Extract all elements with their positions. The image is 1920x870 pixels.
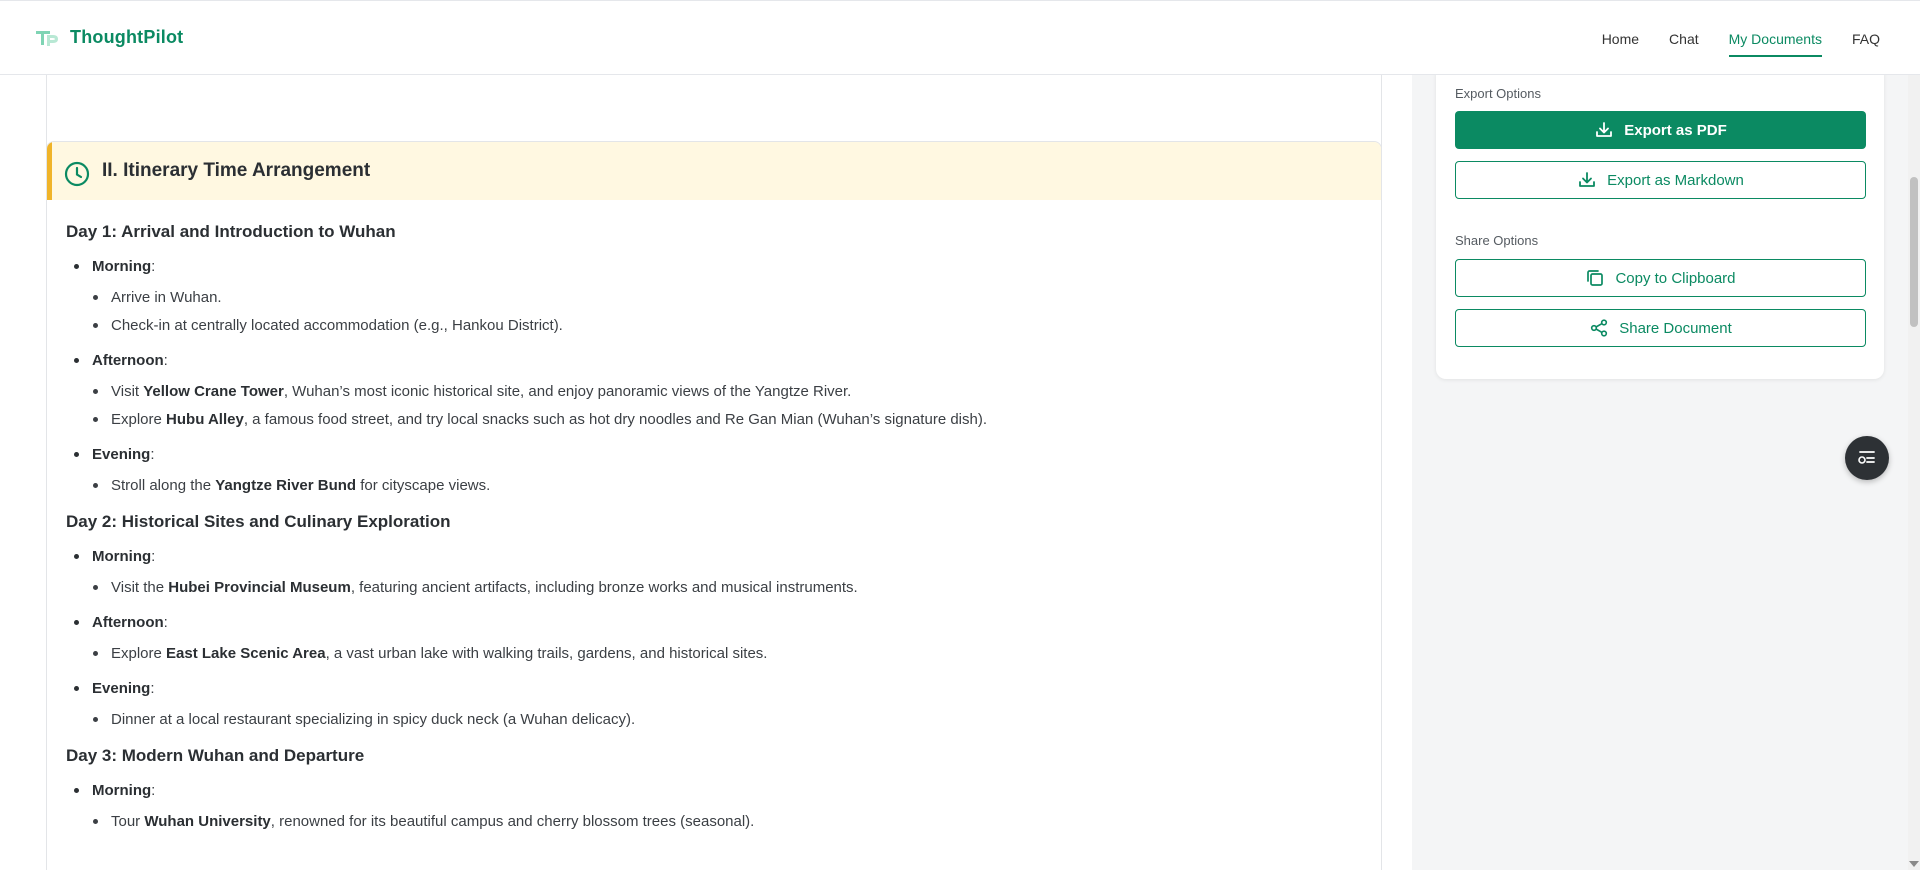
export-options-label: Export Options <box>1455 86 1541 101</box>
export-pdf-button[interactable]: Export as PDF <box>1455 111 1866 149</box>
top-navbar: ThoughtPilot Home Chat My Documents FAQ <box>0 0 1920 75</box>
copy-icon <box>1587 270 1604 286</box>
list-item: Visit the Hubei Provincial Museum, featu… <box>93 579 1362 596</box>
day-1-evening: Evening: <box>74 446 1362 463</box>
document-pane: II. Itinerary Time Arrangement Day 1: Ar… <box>0 75 1412 870</box>
logo-icon <box>36 31 58 46</box>
list-item: Dinner at a local restaurant specializin… <box>93 711 1362 728</box>
sidebar: Export Options Export as PDF Export as M… <box>1412 65 1908 870</box>
list-item: Visit Yellow Crane Tower, Wuhan’s most i… <box>93 383 1362 400</box>
day-2-morning: Morning: <box>74 548 1362 565</box>
day-3-morning: Morning: <box>74 782 1362 799</box>
share-icon <box>1591 319 1608 337</box>
nav-my-documents[interactable]: My Documents <box>1728 1 1823 76</box>
list-item: Stroll along the Yangtze River Bund for … <box>93 477 1362 494</box>
day-2-afternoon: Afternoon: <box>74 614 1362 631</box>
day-1-morning: Morning: <box>74 258 1362 275</box>
download-icon <box>1596 122 1613 137</box>
itinerary-content: Day 1: Arrival and Introduction to Wuhan… <box>47 200 1381 830</box>
brand-name: ThoughtPilot <box>70 26 184 47</box>
list-item: Check-in at centrally located accommodat… <box>93 317 1362 334</box>
scroll-down-arrow[interactable] <box>1909 861 1919 867</box>
list-item: Explore Hubu Alley, a famous food street… <box>93 411 1362 428</box>
nav-faq[interactable]: FAQ <box>1852 1 1880 76</box>
day-2-evening: Evening: <box>74 680 1362 697</box>
section-header: II. Itinerary Time Arrangement <box>47 142 1381 200</box>
list-item: Tour Wuhan University, renowned for its … <box>93 813 1362 830</box>
day-3-title: Day 3: Modern Wuhan and Departure <box>66 746 365 765</box>
nav-chat[interactable]: Chat <box>1669 1 1699 76</box>
itinerary-section-card: II. Itinerary Time Arrangement Day 1: Ar… <box>46 141 1382 870</box>
main-nav: Home Chat My Documents FAQ <box>1572 1 1880 76</box>
day-1-title: Day 1: Arrival and Introduction to Wuhan <box>66 222 396 241</box>
share-document-button[interactable]: Share Document <box>1455 309 1866 347</box>
download-icon <box>1579 172 1596 187</box>
list-item: Arrive in Wuhan. <box>93 289 1362 306</box>
copy-clipboard-button[interactable]: Copy to Clipboard <box>1455 259 1866 297</box>
scrollbar-thumb[interactable] <box>1910 177 1918 327</box>
day-1-afternoon: Afternoon: <box>74 352 1362 369</box>
section-title: II. Itinerary Time Arrangement <box>102 160 371 181</box>
page-scrollbar[interactable] <box>1908 75 1920 870</box>
nav-home[interactable]: Home <box>1602 1 1639 76</box>
brand[interactable]: ThoughtPilot <box>34 25 183 49</box>
day-2-title: Day 2: Historical Sites and Culinary Exp… <box>66 512 451 531</box>
list-item: Explore East Lake Scenic Area, a vast ur… <box>93 645 1362 662</box>
clock-icon <box>64 161 90 187</box>
share-options-label: Share Options <box>1455 233 1539 248</box>
export-markdown-button[interactable]: Export as Markdown <box>1455 161 1866 199</box>
toc-toggle-button[interactable] <box>1845 436 1889 480</box>
export-share-panel: Export Options Export as PDF Export as M… <box>1436 65 1884 379</box>
toc-icon <box>1858 451 1875 464</box>
